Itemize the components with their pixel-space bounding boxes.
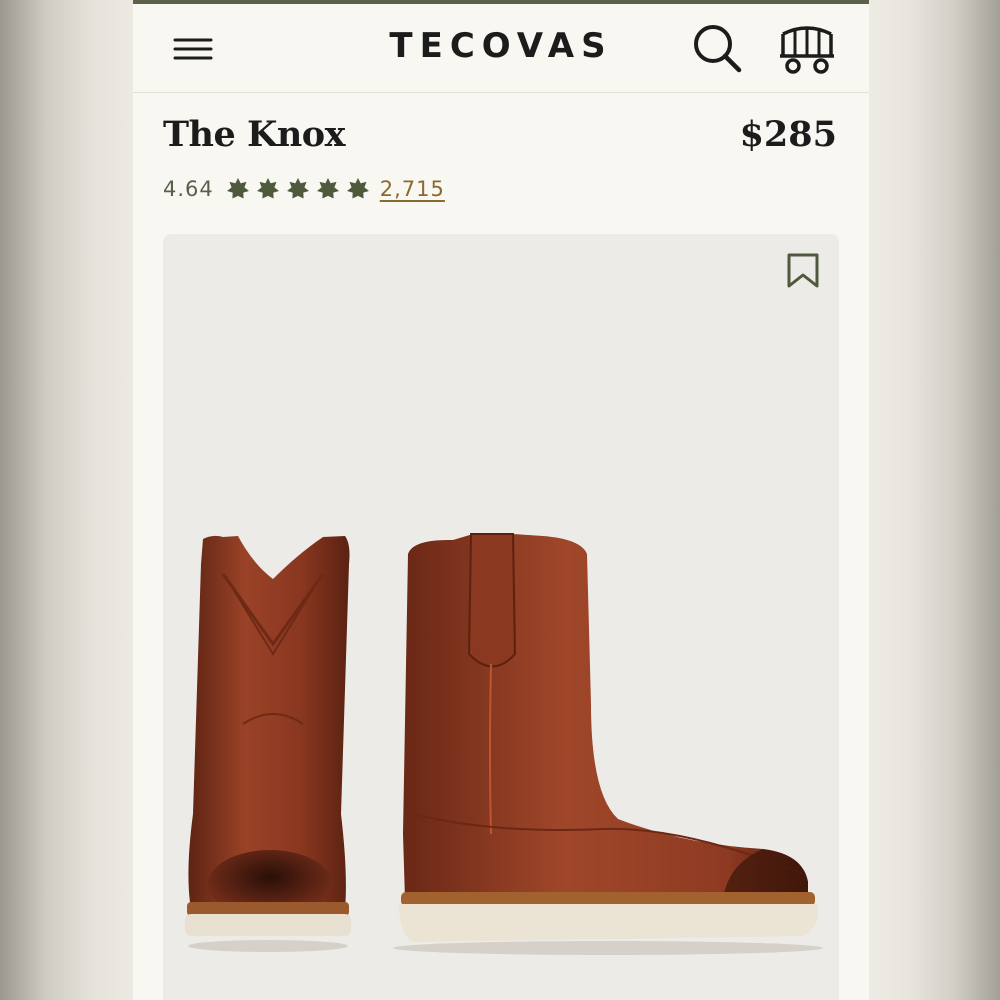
background-right xyxy=(869,0,1000,1000)
wagon-cart-icon[interactable] xyxy=(777,22,837,76)
product-price: $285 xyxy=(739,114,837,155)
star-icon xyxy=(346,178,369,199)
bookmark-icon[interactable] xyxy=(785,252,821,290)
star-icon xyxy=(286,178,309,199)
phone-screen: TECOVAS The Knox $285 4.64 2,715 xyxy=(133,0,869,1000)
review-count-link[interactable]: 2,715 xyxy=(380,177,445,201)
star-icon xyxy=(226,178,249,199)
rating-row: 4.64 2,715 xyxy=(163,174,445,204)
boot-side-view xyxy=(393,533,823,955)
product-title: The Knox xyxy=(163,114,346,155)
brand-logo[interactable]: TECOVAS xyxy=(133,26,869,66)
star-icon xyxy=(316,178,339,199)
rating-value: 4.64 xyxy=(163,177,214,201)
search-icon[interactable] xyxy=(689,20,745,76)
star-rating xyxy=(226,177,370,201)
boots-image xyxy=(185,533,823,955)
product-image[interactable] xyxy=(163,234,839,1000)
background-left xyxy=(0,0,133,1000)
boot-front-view xyxy=(185,535,351,952)
site-header: TECOVAS xyxy=(133,4,869,93)
star-icon xyxy=(256,178,279,199)
